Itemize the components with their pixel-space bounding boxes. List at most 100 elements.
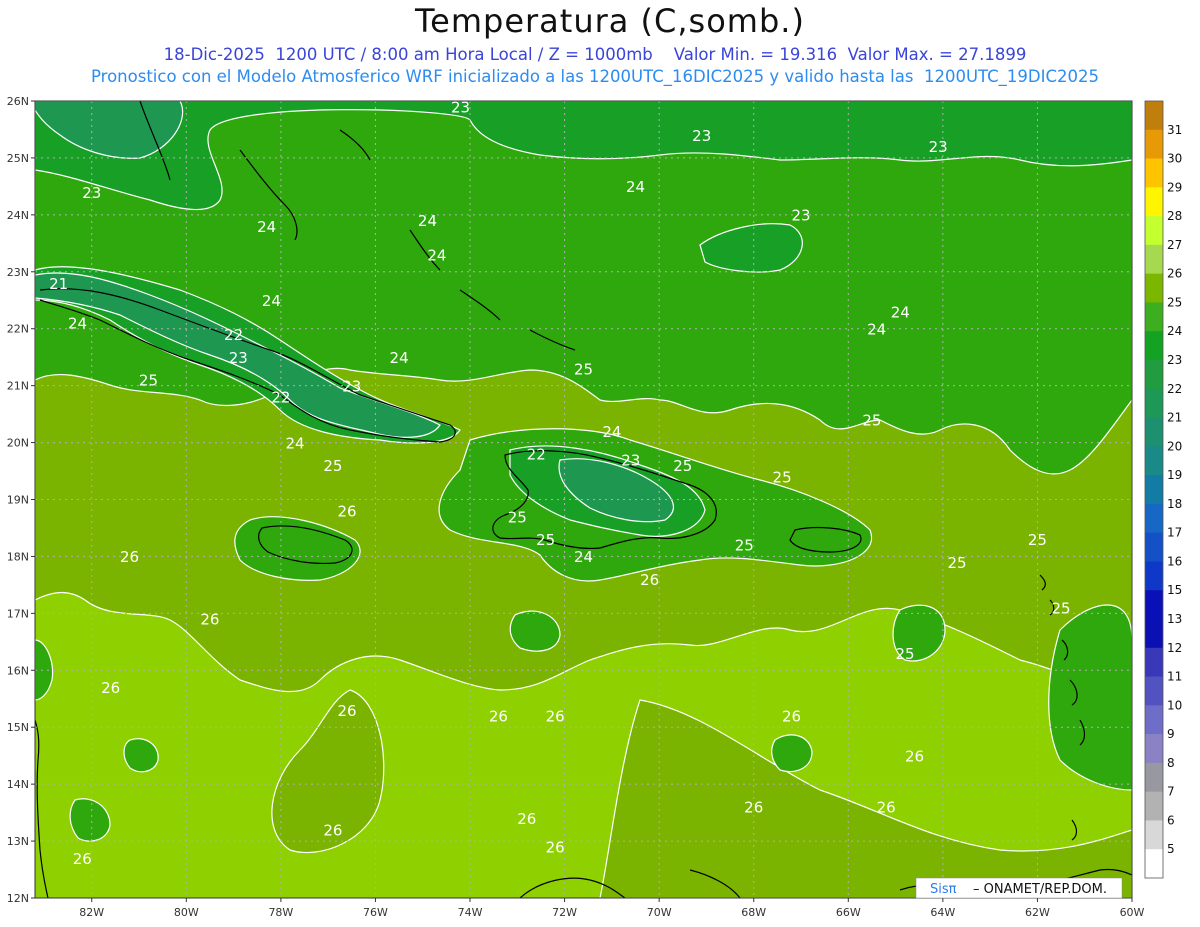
contour-label: 25 [1052,599,1071,617]
colorbar-label: 20 [1167,439,1182,453]
contour-label: 26 [338,702,357,720]
colorbar-label: 9 [1167,727,1175,741]
lon-label: 74W [458,906,483,919]
lon-label: 60W [1120,906,1145,919]
colorbar-label: 22 [1167,382,1182,396]
colorbar-label: 5 [1167,842,1175,856]
contour-label: 26 [120,548,139,566]
contour-label: 25 [735,537,754,555]
contour-label: 22 [527,446,546,464]
colorbar-swatch [1145,187,1163,217]
contour-label: 25 [948,554,967,572]
contour-label: 22 [224,326,243,344]
contour-label: 23 [929,138,948,156]
colorbar-swatch [1145,532,1163,562]
colorbar-label: 15 [1167,583,1182,597]
colorbar-swatch [1145,590,1163,620]
colorbar-swatch [1145,158,1163,188]
contour-label: 23 [451,98,470,116]
lon-label: 80W [174,906,199,919]
colorbar-swatch [1145,503,1163,534]
contour-label: 24 [262,292,281,310]
colorbar-label: 23 [1167,353,1182,367]
map-panel [35,101,1132,898]
contour-label: 24 [867,320,886,338]
contour-label: 24 [68,315,87,333]
colorbar-swatch [1145,619,1163,649]
contour-label: 24 [390,349,409,367]
contour-label: 25 [773,468,792,486]
contour-label: 26 [744,799,763,817]
colorbar: 31 30 29 28 27 26 25 24 23 22 21 20 19 18 17 16 15 13 12 11… [1144,100,1182,879]
contour-label: 23 [692,127,711,145]
contour-label: 23 [621,451,640,469]
colorbar-swatch [1145,734,1163,764]
lat-label: 14N [7,778,29,791]
colorbar-swatch [1145,302,1163,332]
contour-label: 24 [574,548,593,566]
contour-label: 24 [257,218,276,236]
lat-label: 25N [7,152,29,165]
colorbar-swatch [1145,475,1163,505]
latitude-axis: 26N 25N 24N 23N 22N 21N 20N 19N 18N 17N 16N 15N 14N 1… [7,95,35,905]
contour-label: 26 [546,838,565,856]
contour-label: 26 [546,708,565,726]
temperature-map: 23 23 23 24 23 23 24 24 24 21 24 24 22 24 24 23 24 25 25 23… [7,95,1183,919]
colorbar-label: 19 [1167,468,1182,482]
colorbar-label: 16 [1167,554,1182,568]
lon-label: 70W [647,906,672,919]
contour-label: 24 [626,178,645,196]
lon-label: 66W [836,906,861,919]
contour-label: 26 [338,503,357,521]
colorbar-label: 12 [1167,641,1182,655]
colorbar-swatch [1145,647,1163,678]
contour-label: 26 [640,571,659,589]
contour-label: 25 [862,411,881,429]
contour-label: 25 [1028,531,1047,549]
contour-label: 26 [517,810,536,828]
colorbar-label: 10 [1167,698,1182,712]
colorbar-label: 27 [1167,238,1182,252]
colorbar-swatch [1145,331,1163,361]
contour-label: 23 [229,349,248,367]
lon-label: 78W [268,906,293,919]
colorbar-label: 25 [1167,295,1182,309]
contour-label: 23 [82,184,101,202]
lat-label: 26N [7,95,29,108]
colorbar-label: 26 [1167,267,1182,281]
lon-label: 64W [930,906,955,919]
credit-box: Sisπ – ONAMET/REP.DOM. [915,877,1123,899]
lat-label: 13N [7,835,29,848]
lon-label: 72W [552,906,577,919]
contour-label: 22 [271,389,290,407]
colorbar-swatch [1145,791,1163,821]
longitude-axis: 82W 80W 78W 76W 74W 72W 70W 68W 66W 64W 62W 60W [79,898,1145,919]
lon-label: 62W [1025,906,1050,919]
contour-label: 26 [782,708,801,726]
colorbar-swatch [1145,849,1163,879]
contour-label: 25 [673,457,692,475]
colorbar-swatch [1145,129,1163,160]
colorbar-label: 31 [1167,123,1182,137]
credit-text: – ONAMET/REP.DOM. [973,882,1107,897]
colorbar-swatch [1145,244,1163,275]
lat-label: 17N [7,607,29,620]
contour-label: 26 [73,850,92,868]
colorbar-label: 6 [1167,813,1175,827]
colorbar-label: 29 [1167,180,1182,194]
contour-label: 26 [877,799,896,817]
contour-label: 24 [418,212,437,230]
contour-label: 23 [342,377,361,395]
contour-label: 26 [489,708,508,726]
contour-label: 25 [508,508,527,526]
lat-label: 23N [7,266,29,279]
contour-label: 24 [891,303,910,321]
colorbar-swatch [1145,561,1163,591]
lat-label: 21N [7,380,29,393]
lon-label: 76W [363,906,388,919]
lon-label: 68W [741,906,766,919]
lat-label: 18N [7,550,29,563]
colorbar-swatch [1145,705,1163,735]
contour-label: 24 [427,246,446,264]
colorbar-label: 21 [1167,411,1182,425]
